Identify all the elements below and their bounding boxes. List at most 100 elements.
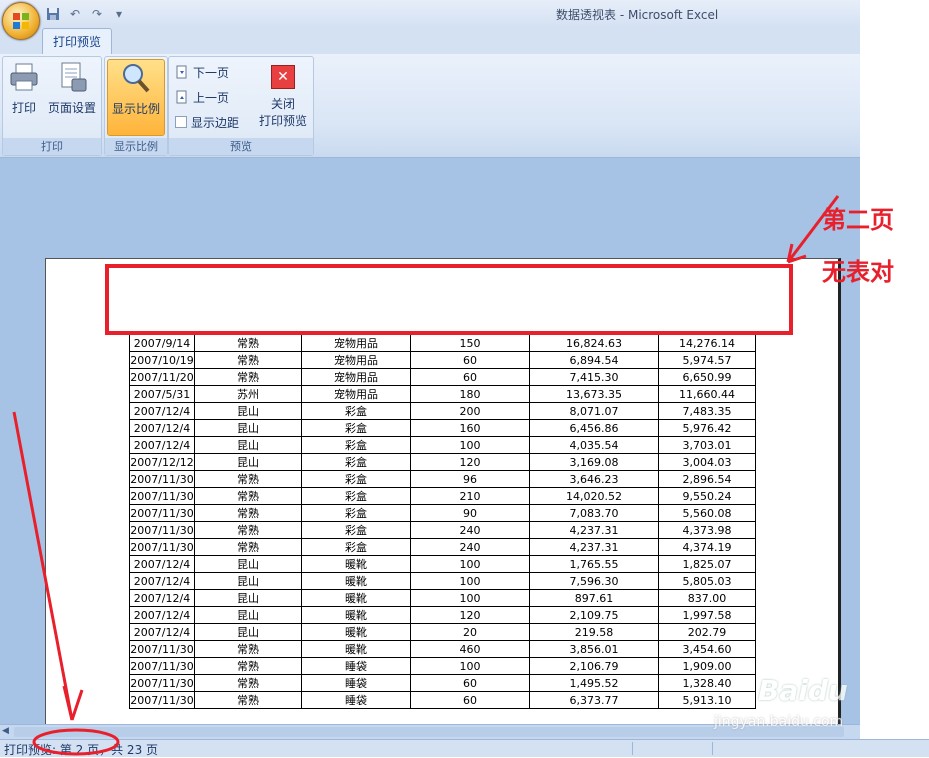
table-row: 2007/12/4 昆山 彩盒 160 6,456.86 5,976.42 — [129, 419, 756, 437]
table-cell: 5,805.03 — [658, 572, 756, 590]
zoom-button[interactable]: 显示比例 — [107, 59, 165, 136]
annotation-line1: 第二页 — [822, 206, 894, 234]
table-cell: 160 — [410, 419, 530, 437]
table-cell: 7,083.70 — [529, 504, 659, 522]
table-cell: 4,373.98 — [658, 521, 756, 539]
close-label-line2: 打印预览 — [258, 114, 307, 128]
table-cell: 昆山 — [194, 589, 302, 607]
table-cell: 200 — [410, 402, 530, 420]
table-row: 2007/12/12 昆山 彩盒 120 3,169.08 3,004.03 — [129, 453, 756, 471]
table-cell: 2007/11/30 — [129, 487, 195, 505]
close-preview-button[interactable]: ✕ 关闭 打印预览 — [255, 63, 311, 129]
magnifier-icon — [120, 62, 152, 94]
table-cell: 150 — [410, 334, 530, 352]
table-cell: 昆山 — [194, 555, 302, 573]
table-row: 2007/11/30 常熟 彩盒 240 4,237.31 4,374.19 — [129, 538, 756, 556]
table-body: 2007/9/14 常熟 宠物用品 150 16,824.63 14,276.14 2007… — [129, 334, 756, 709]
office-button-icon[interactable] — [2, 2, 40, 40]
title-bar: ↶ ↷ ▾ 数据透视表 - Microsoft Excel — [0, 0, 860, 28]
table-row: 2007/12/4 昆山 彩盒 200 8,071.07 7,483.35 — [129, 402, 756, 420]
table-cell: 5,976.42 — [658, 419, 756, 437]
table-cell: 8,071.07 — [529, 402, 659, 420]
table-cell: 3,703.01 — [658, 436, 756, 454]
table-cell: 2007/11/30 — [129, 657, 195, 675]
table-cell: 常熟 — [194, 521, 302, 539]
table-cell: 897.61 — [529, 589, 659, 607]
table-row: 2007/12/4 昆山 彩盒 100 4,035.54 3,703.01 — [129, 436, 756, 454]
table-cell: 彩盒 — [301, 419, 411, 437]
group-zoom: 显示比例 显示比例 — [104, 56, 168, 156]
table-cell: 219.58 — [529, 623, 659, 641]
table-cell: 7,415.30 — [529, 368, 659, 386]
table-cell: 60 — [410, 691, 530, 709]
window-title: 数据透视表 - Microsoft Excel — [556, 8, 719, 22]
table-row: 2007/12/4 昆山 暖靴 20 219.58 202.79 — [129, 623, 756, 641]
table-row: 2007/11/30 常熟 睡袋 60 6,373.77 5,913.10 — [129, 691, 756, 709]
table-cell: 100 — [410, 436, 530, 454]
table-cell: 昆山 — [194, 419, 302, 437]
table-cell: 昆山 — [194, 453, 302, 471]
table-cell: 常熟 — [194, 674, 302, 692]
show-margins-checkbox[interactable]: 显示边距 — [175, 112, 239, 132]
table-cell: 常熟 — [194, 334, 302, 352]
table-cell: 彩盒 — [301, 470, 411, 488]
data-table: 2007/9/14 常熟 宠物用品 150 16,824.63 14,276.14 2007… — [129, 334, 756, 709]
table-cell: 常熟 — [194, 640, 302, 658]
prev-page-button[interactable]: 上一页 — [175, 87, 229, 107]
next-page-button[interactable]: 下一页 — [175, 62, 229, 82]
table-cell: 昆山 — [194, 402, 302, 420]
close-label-line1: 关闭 — [270, 97, 295, 111]
table-cell: 彩盒 — [301, 453, 411, 471]
table-row: 2007/11/30 常熟 睡袋 60 1,495.52 1,328.40 — [129, 674, 756, 692]
table-row: 2007/11/30 常熟 睡袋 100 2,106.79 1,909.00 — [129, 657, 756, 675]
table-cell: 16,824.63 — [529, 334, 659, 352]
table-row: 2007/10/19 常熟 宠物用品 60 6,894.54 5,974.57 — [129, 351, 756, 369]
table-cell: 9,550.24 — [658, 487, 756, 505]
next-page-label: 下一页 — [193, 65, 230, 80]
table-cell: 彩盒 — [301, 521, 411, 539]
scroll-left-icon[interactable]: ◀ — [2, 726, 9, 736]
table-cell: 5,974.57 — [658, 351, 756, 369]
undo-icon[interactable]: ↶ — [66, 5, 84, 23]
redo-icon[interactable]: ↷ — [88, 5, 106, 23]
table-cell: 彩盒 — [301, 402, 411, 420]
table-cell: 昆山 — [194, 606, 302, 624]
table-cell: 暖靴 — [301, 572, 411, 590]
table-cell: 宠物用品 — [301, 351, 411, 369]
table-cell: 837.00 — [658, 589, 756, 607]
table-cell: 2007/12/4 — [129, 623, 195, 641]
tab-print-preview[interactable]: 打印预览 — [42, 28, 113, 55]
show-margins-label: 显示边距 — [191, 115, 240, 130]
table-cell: 3,646.23 — [529, 470, 659, 488]
checkbox-box[interactable] — [175, 116, 187, 128]
table-cell: 2007/12/4 — [129, 436, 195, 454]
table-cell: 6,373.77 — [529, 691, 659, 709]
print-button[interactable]: 打印 — [5, 59, 43, 116]
table-cell: 常熟 — [194, 368, 302, 386]
table-cell: 昆山 — [194, 623, 302, 641]
table-cell: 2007/12/12 — [129, 453, 195, 471]
table-cell: 20 — [410, 623, 530, 641]
customize-icon[interactable]: ▾ — [110, 5, 128, 23]
table-cell: 2007/11/30 — [129, 470, 195, 488]
table-cell: 3,004.03 — [658, 453, 756, 471]
table-cell: 常熟 — [194, 657, 302, 675]
table-cell: 100 — [410, 555, 530, 573]
watermark-sub: jingyan.baidu.com — [714, 714, 844, 730]
table-cell: 常熟 — [194, 351, 302, 369]
table-cell: 4,237.31 — [529, 521, 659, 539]
table-cell: 1,765.55 — [529, 555, 659, 573]
page-setup-button[interactable]: 页面设置 — [45, 59, 99, 116]
table-row: 2007/12/4 昆山 暖靴 100 1,765.55 1,825.07 — [129, 555, 756, 573]
table-cell: 240 — [410, 538, 530, 556]
table-cell: 常熟 — [194, 470, 302, 488]
table-cell: 3,856.01 — [529, 640, 659, 658]
status-text: 打印预览: 第 2 页，共 23 页 — [4, 743, 159, 757]
table-row: 2007/11/30 常熟 彩盒 90 7,083.70 5,560.08 — [129, 504, 756, 522]
group-print-label: 打印 — [3, 138, 101, 155]
table-cell: 2007/11/30 — [129, 691, 195, 709]
table-cell: 11,660.44 — [658, 385, 756, 403]
save-icon[interactable] — [44, 5, 62, 23]
prev-page-label: 上一页 — [193, 90, 230, 105]
table-row: 2007/11/30 常熟 彩盒 96 3,646.23 2,896.54 — [129, 470, 756, 488]
